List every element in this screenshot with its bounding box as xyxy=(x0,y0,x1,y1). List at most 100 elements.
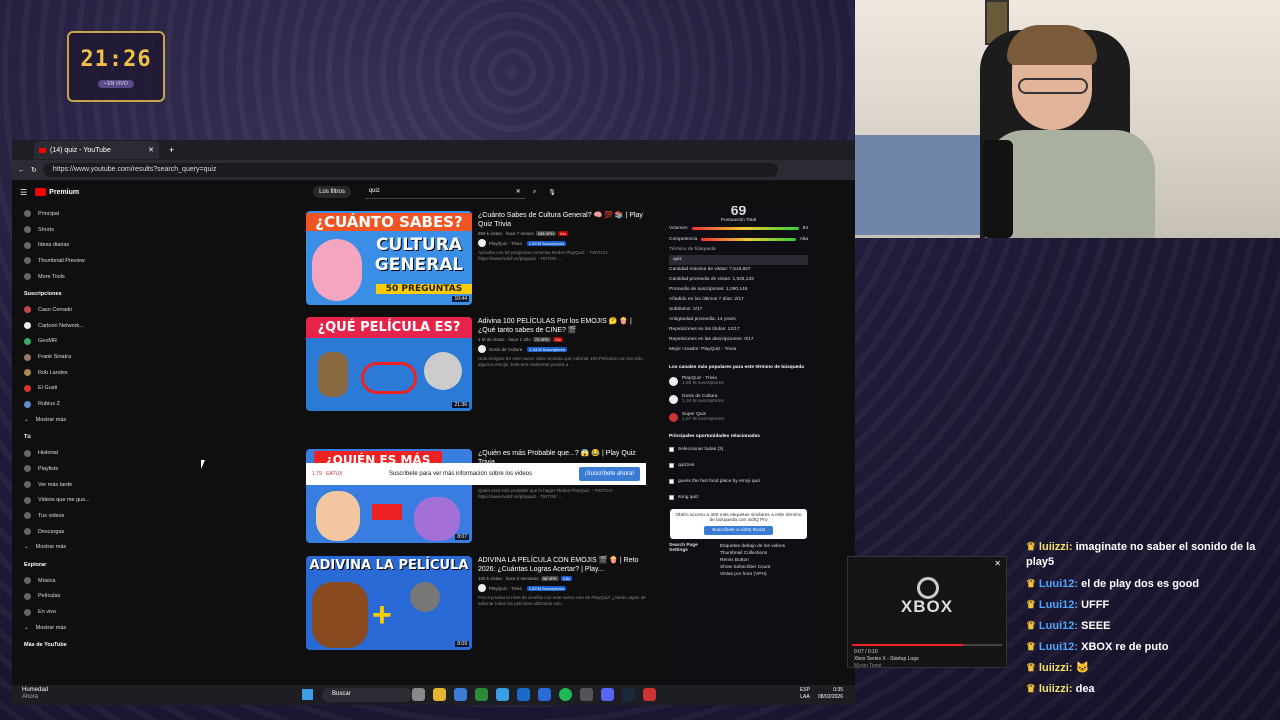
sidebar-sub[interactable]: Caso Cerrado xyxy=(12,302,112,318)
checkbox[interactable] xyxy=(669,462,674,468)
sidebar-item-watch-later[interactable]: Ver más tarde xyxy=(12,477,112,493)
sidebar-item-live[interactable]: En vivo xyxy=(12,604,112,620)
sidebar-item-your-videos[interactable]: Tus videos xyxy=(12,508,112,524)
channel-row[interactable]: PlayQuiz - Trivia 1,59 M Suscriptores xyxy=(478,584,651,592)
subscribe-now-button[interactable]: ¡Suscríbete ahora! xyxy=(578,467,640,481)
sidebar-sub[interactable]: GeoMR xyxy=(12,334,112,350)
setting-toggle[interactable]: Etiquetas debajo de los videos xyxy=(720,543,785,550)
sidebar-sub[interactable]: Frank Sinatra xyxy=(12,349,112,365)
chat-user[interactable]: Luui12: xyxy=(1039,641,1078,653)
show-more-button[interactable]: ⌄ Mostrar más xyxy=(12,412,112,428)
video-title[interactable]: ADIVINA LA PELÍCULA CON EMOJIS 🎬 🍿 | Ret… xyxy=(478,556,651,574)
mic-icon[interactable]: 🎙 xyxy=(548,189,556,196)
competition-gauge xyxy=(701,238,796,241)
video-result[interactable]: ¿QUÉ PELÍCULA ES? 21:36 Adivina 100 PELÍ… xyxy=(306,317,651,411)
you-header[interactable]: Tú xyxy=(12,430,112,446)
subs-badge: 1,34 M Suscriptores xyxy=(527,346,567,352)
url-field[interactable]: https://www.youtube.com/results?search_q… xyxy=(42,163,778,177)
sidebar-item-music[interactable]: Música xyxy=(12,573,112,589)
sidebar-item-shorts[interactable]: Shorts xyxy=(12,222,112,238)
sidebar-item-movies[interactable]: Películas xyxy=(12,589,112,605)
chat-user[interactable]: luiizzi: xyxy=(1039,662,1073,674)
select-all-checkbox[interactable]: Seleccionar todas (3) xyxy=(665,441,812,457)
overlay-info: 0:07 / 0:10 Xbox Series X - Startup Logo… xyxy=(854,649,919,670)
chat-user[interactable]: Luui12: xyxy=(1039,620,1078,632)
search-input[interactable]: quiz ✕ xyxy=(364,185,525,199)
browser-tab[interactable]: (14) quiz - YouTube ✕ xyxy=(34,141,159,159)
refresh-icon[interactable]: ↻ xyxy=(31,166,37,174)
outlook-icon[interactable] xyxy=(517,688,530,701)
video-result[interactable]: ¿CUÁNTO SABES? CULTURA GENERAL 50 PREGUN… xyxy=(306,211,651,305)
youtube-logo[interactable]: Premium xyxy=(35,188,79,196)
setting-toggle[interactable]: Thumbnail Collections xyxy=(720,550,785,557)
menu-icon[interactable]: ☰ xyxy=(20,188,27,197)
app-icon[interactable] xyxy=(475,688,488,701)
discord-icon[interactable] xyxy=(601,688,614,701)
steam-icon[interactable] xyxy=(622,688,635,701)
top-channel[interactable]: PlayQuiz - Trivia 1,59 M suscriptores xyxy=(665,372,812,390)
checkbox[interactable] xyxy=(669,494,674,500)
weather-widget[interactable]: Humedad Ahora xyxy=(22,687,48,701)
channel-row[interactable]: PlayQuiz - Trivia 1,59 M Suscriptores xyxy=(478,239,651,247)
sidebar-item-history[interactable]: Historial xyxy=(12,445,112,461)
language-indicator[interactable]: ESP LAA xyxy=(800,687,810,701)
chat-user[interactable]: Luui12: xyxy=(1039,578,1078,590)
video-thumbnail[interactable]: ADIVINA LA PELÍCULA + 8:09 xyxy=(306,556,472,650)
video-thumbnail[interactable]: ¿QUÉ PELÍCULA ES? 21:36 xyxy=(306,317,472,411)
show-more-button[interactable]: ⌄ Mostrar más xyxy=(12,620,112,636)
sidebar-sub[interactable]: Rubius Z xyxy=(12,396,112,412)
sidebar-item-playlists[interactable]: Playlists xyxy=(12,461,112,477)
opportunity-item[interactable]: quizzes xyxy=(665,457,812,473)
sidebar-item-liked[interactable]: Videos que me gus... xyxy=(12,492,112,508)
clock-widget[interactable]: 0:35 08/02/2026 xyxy=(818,687,843,701)
filters-button[interactable]: Los filtros xyxy=(313,186,351,198)
windows-start-icon[interactable] xyxy=(302,689,313,700)
sidebar-sub[interactable]: Cartoon Network... xyxy=(12,318,112,334)
search-icon[interactable]: ⌕ xyxy=(533,189,536,196)
sidebar-item-downloads[interactable]: Descargas xyxy=(12,524,112,540)
app-icon[interactable] xyxy=(643,688,656,701)
channel-row[interactable]: Dosis de Cultura 1,34 M Suscriptores xyxy=(478,345,651,353)
opportunity-item[interactable]: song quiz xyxy=(665,489,812,505)
app-icon[interactable] xyxy=(538,688,551,701)
clear-icon[interactable]: ✕ xyxy=(516,188,521,195)
chat-user[interactable]: Luui12: xyxy=(1039,599,1078,611)
subscriptions-header[interactable]: Suscripciones xyxy=(12,286,112,302)
video-title[interactable]: Adivina 100 PELÍCULAS Por los EMOJIS 🤔 🍿… xyxy=(478,317,651,335)
sidebar-item-thumbnail[interactable]: Thumbnail Preview xyxy=(12,253,112,269)
app-icon[interactable] xyxy=(580,688,593,701)
back-icon[interactable]: ← xyxy=(18,167,25,174)
video-thumbnail[interactable]: ¿CUÁNTO SABES? CULTURA GENERAL 50 PREGUN… xyxy=(306,211,472,305)
close-icon[interactable]: ✕ xyxy=(994,559,1001,568)
sidebar-item-home[interactable]: Principal xyxy=(12,206,112,222)
stat-line: Cantidad máxima de vistas: 7,516,657 xyxy=(669,267,751,272)
video-progress[interactable] xyxy=(852,644,1002,646)
checkbox[interactable] xyxy=(669,478,674,484)
setting-toggle[interactable]: Remix Button xyxy=(720,557,785,564)
sidebar-item-ideas[interactable]: Ideas diarias xyxy=(12,237,112,253)
setting-toggle[interactable]: Show Subscriber Count xyxy=(720,564,785,571)
spotify-icon[interactable] xyxy=(559,688,572,701)
setting-toggle[interactable]: Vistas por hora (VPH) xyxy=(720,571,785,578)
channel-subs: 1,34 M suscriptores xyxy=(682,399,724,404)
video-title[interactable]: ¿Cuánto Sabes de Cultura General? 🧠 💯 📚 … xyxy=(478,211,651,229)
chat-user[interactable]: luiizzi: xyxy=(1039,683,1073,695)
folder-icon[interactable] xyxy=(433,688,446,701)
sidebar-item-tools[interactable]: More Tools xyxy=(12,269,112,285)
vidiq-boost-button[interactable]: Suscríbete a vidIQ Boost xyxy=(703,526,774,535)
checkbox[interactable] xyxy=(669,446,674,452)
app-icon[interactable] xyxy=(454,688,467,701)
top-channel[interactable]: Super Quiz 1,57 M suscriptores xyxy=(665,408,812,426)
opportunity-item[interactable]: guess the fast food place by emoji quiz xyxy=(665,473,812,489)
app-icon[interactable] xyxy=(496,688,509,701)
show-more-button[interactable]: ⌄ Mostrar más xyxy=(12,539,112,555)
chat-user[interactable]: luiizzi: xyxy=(1039,541,1073,553)
sidebar-sub[interactable]: Rob Landes xyxy=(12,365,112,381)
video-result[interactable]: ADIVINA LA PELÍCULA + 8:09 ADIVINA LA PE… xyxy=(306,556,651,650)
top-channel[interactable]: Dosis de Cultura 1,34 M suscriptores xyxy=(665,390,812,408)
new-tab-icon[interactable]: + xyxy=(169,145,174,155)
taskbar-search[interactable]: Buscar xyxy=(322,688,412,702)
close-tab-icon[interactable]: ✕ xyxy=(148,146,154,154)
sidebar-sub[interactable]: El Gusti xyxy=(12,381,112,397)
app-icon[interactable] xyxy=(412,688,425,701)
